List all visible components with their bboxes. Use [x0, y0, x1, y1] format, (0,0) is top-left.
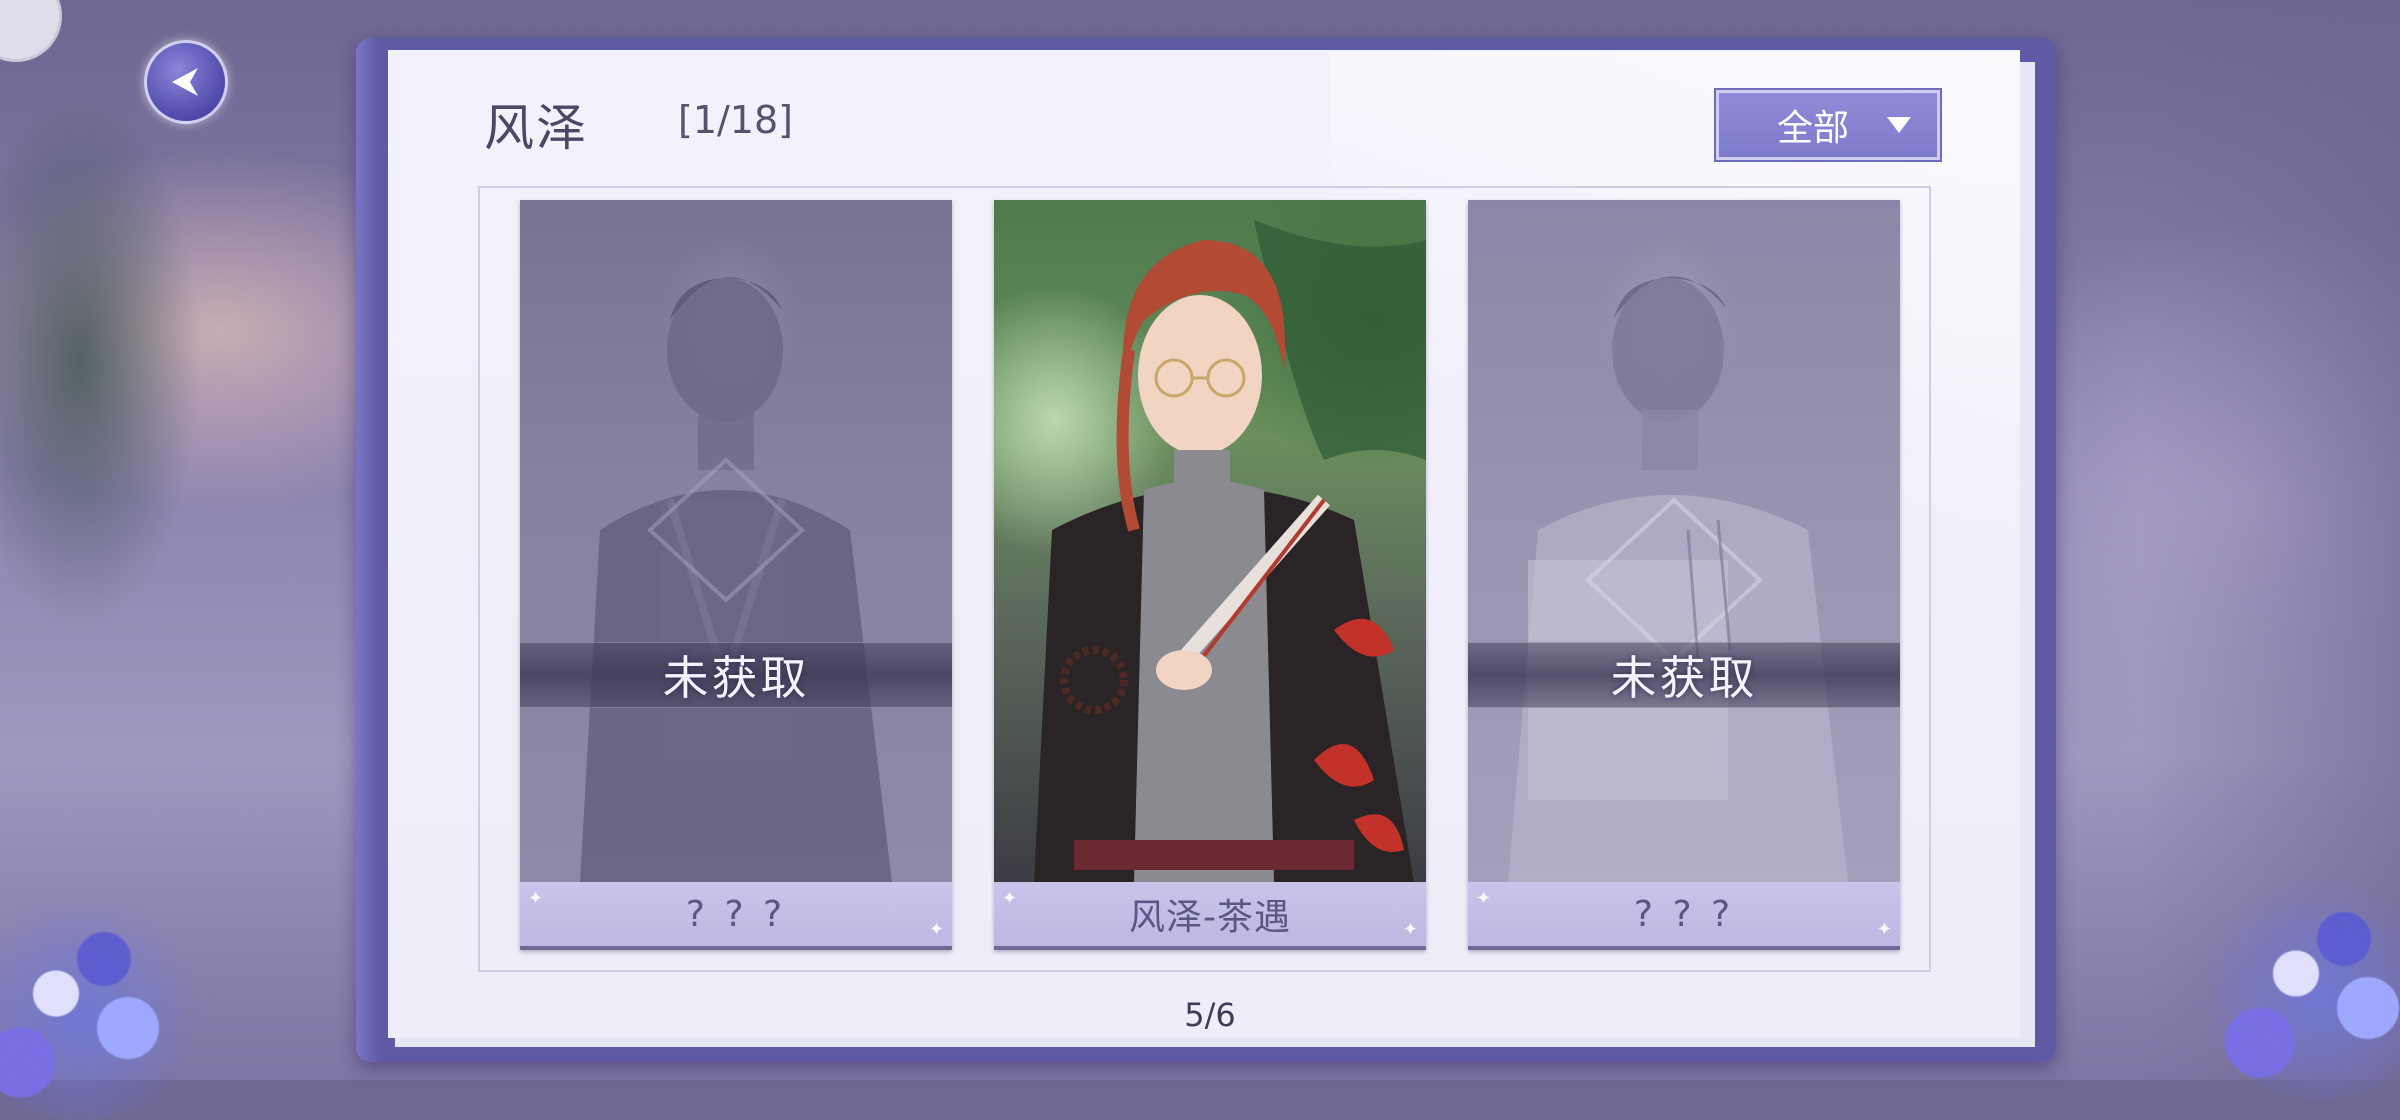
card-edge — [520, 946, 952, 950]
card-art: 未获取 — [520, 200, 952, 883]
character-name-title: 风泽 — [484, 99, 588, 157]
card-slot-3[interactable]: 未获取 ✦ ? ? ? ✦ — [1468, 200, 1900, 950]
back-arrow-icon — [172, 68, 198, 96]
album-book-spine — [356, 38, 380, 1062]
card-slot-1[interactable]: 未获取 ✦ ? ? ? ✦ — [520, 200, 952, 950]
card-name-bar: ✦ ? ? ? ✦ — [1468, 882, 1900, 946]
locked-status-text: 未获取 — [662, 651, 810, 705]
locked-overlay: 未获取 — [1468, 642, 1900, 708]
filter-label: 全部 — [1776, 108, 1849, 149]
locked-status-text: 未获取 — [1610, 651, 1758, 705]
sparkle-icon: ✦ — [1476, 888, 1492, 909]
character-silhouette-icon — [1508, 276, 1848, 883]
filter-dropdown[interactable]: 全部 — [1716, 90, 1940, 160]
card-name-bar: ✦ ? ? ? ✦ — [520, 882, 952, 946]
sparkle-icon: ✦ — [528, 888, 544, 909]
character-silhouette-icon — [580, 277, 892, 883]
page-indicator: 5/6 — [1184, 996, 1236, 1034]
card-art — [994, 200, 1426, 883]
dropdown-caret-icon — [1887, 117, 1911, 133]
flowers-decoration-left — [0, 890, 200, 1120]
locked-overlay: 未获取 — [520, 642, 952, 708]
sparkle-icon: ✦ — [1402, 919, 1418, 940]
card-name: ? ? ? — [1633, 893, 1735, 935]
card-name-bar: ✦ 风泽-茶遇 ✦ — [994, 882, 1426, 946]
sparkle-icon: ✦ — [928, 919, 944, 940]
card-edge — [1468, 946, 1900, 950]
sparkle-icon: ✦ — [1876, 919, 1892, 940]
card-edge — [994, 946, 1426, 950]
card-name: ? ? ? — [685, 893, 787, 935]
character-portrait-icon — [1034, 220, 1426, 883]
collection-counter: [1/18] — [678, 98, 793, 142]
sparkle-icon: ✦ — [1002, 888, 1018, 909]
card-name: 风泽-茶遇 — [1129, 897, 1291, 938]
card-art: 未获取 — [1468, 200, 1900, 883]
back-button[interactable] — [144, 40, 228, 124]
card-slot-2[interactable]: ✦ 风泽-茶遇 ✦ — [994, 200, 1426, 950]
